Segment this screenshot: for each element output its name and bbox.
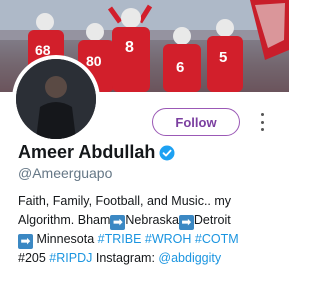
name-row: Ameer Abdullah (18, 142, 175, 163)
bio-line: ➡ Minnesota #TRIBE #WROH #COTM (18, 230, 280, 249)
user-handle[interactable]: @Ameerguapo (18, 165, 112, 181)
avatar[interactable] (12, 55, 100, 143)
hashtag-link[interactable]: #TRIBE (98, 232, 142, 246)
hashtag-link[interactable]: #WROH (145, 232, 192, 246)
hashtag-link[interactable]: #COTM (195, 232, 239, 246)
bio-text: Faith, Family, Football, and Music.. my (18, 194, 232, 208)
bio-line: Algorithm. Bham ➡ Nebraska ➡ Detroit (18, 211, 280, 230)
bio-line: Faith, Family, Football, and Music.. my (18, 192, 280, 211)
display-name: Ameer Abdullah (18, 142, 156, 162)
bio-text: Detroit (193, 213, 231, 227)
jersey-number: 8 (125, 39, 134, 56)
avatar-photo (16, 59, 96, 139)
more-vertical-icon[interactable] (257, 113, 267, 131)
hashtag-link[interactable]: #RIPDJ (49, 251, 92, 265)
profile-bio: Faith, Family, Football, and Music.. my … (18, 192, 280, 268)
instagram-link[interactable]: @abdiggity (158, 251, 221, 265)
verified-badge-icon (159, 145, 175, 161)
bio-text: Instagram: (95, 251, 155, 265)
bio-text: #205 (18, 251, 46, 265)
right-arrow-emoji-icon: ➡ (18, 234, 33, 249)
right-arrow-emoji-icon: ➡ (110, 215, 126, 230)
jersey-number: 5 (219, 49, 227, 66)
right-arrow-emoji-icon: ➡ (178, 215, 194, 230)
bio-line: #205 #RIPDJ Instagram: @abdiggity (18, 249, 280, 268)
bio-text: Algorithm. Bham (18, 213, 111, 227)
bio-text: Nebraska (125, 213, 179, 227)
jersey-number: 80 (86, 53, 102, 69)
follow-button[interactable]: Follow (152, 108, 240, 136)
jersey-number: 6 (176, 59, 184, 76)
bio-text: Minnesota (36, 232, 95, 246)
